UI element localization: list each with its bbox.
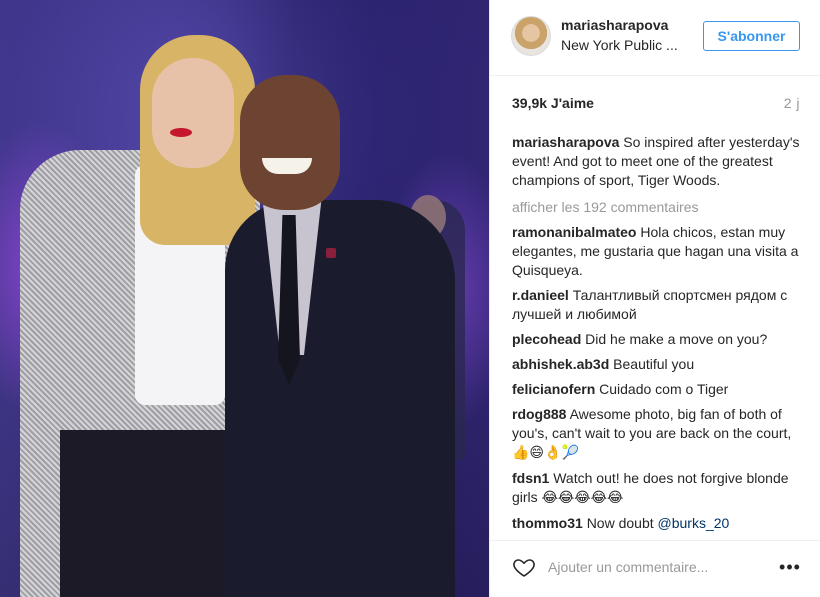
- likes-row: 39,9k J'aime 2 j: [490, 76, 820, 120]
- photo-woman-lips: [170, 128, 192, 137]
- avatar[interactable]: [511, 16, 551, 56]
- comment-username[interactable]: r.danieel: [512, 287, 569, 303]
- follow-button[interactable]: S'abonner: [703, 21, 800, 51]
- list-item: r.danieel Талантливый спортсмен рядом с …: [512, 286, 802, 324]
- comment-text: Did he make a move on you?: [585, 331, 768, 347]
- comment-input[interactable]: [548, 556, 758, 578]
- photo-man-suit: [225, 200, 455, 597]
- list-item: plecohead Did he make a move on you?: [512, 330, 802, 349]
- header-location[interactable]: New York Public ...: [561, 37, 678, 53]
- header-username[interactable]: mariasharapova: [561, 17, 668, 33]
- comment-username[interactable]: plecohead: [512, 331, 581, 347]
- comment-username[interactable]: rdog888: [512, 406, 566, 422]
- comment-username[interactable]: felicianofern: [512, 381, 595, 397]
- list-item: rdog888 Awesome photo, big fan of both o…: [512, 405, 802, 463]
- comment-emoji: 👍😄👌🎾: [512, 445, 579, 461]
- comment-username[interactable]: ramonanibalmateo: [512, 224, 636, 240]
- heart-icon[interactable]: [512, 555, 536, 579]
- post-side-panel: mariasharapova New York Public ... S'abo…: [489, 0, 820, 597]
- more-options-icon[interactable]: •••: [775, 556, 805, 578]
- list-item: thommo31 Now doubt @burks_20: [512, 514, 802, 533]
- post-header: mariasharapova New York Public ... S'abo…: [490, 0, 820, 76]
- photo-woman-face: [152, 58, 234, 168]
- comment-footer: •••: [490, 540, 820, 597]
- list-item: abhishek.ab3d Beautiful you: [512, 355, 802, 374]
- comment-username[interactable]: abhishek.ab3d: [512, 356, 609, 372]
- photo-man-lapel-pin: [326, 248, 336, 258]
- comment-text: Now doubt: [586, 515, 654, 531]
- comment-emoji: 😂😂😂😂😂: [541, 490, 624, 506]
- comment-text: Cuidado com o Tiger: [599, 381, 729, 397]
- load-more-comments-link[interactable]: afficher les 192 commentaires: [512, 198, 802, 217]
- list-item: fdsn1 Watch out! he does not forgive blo…: [512, 469, 802, 508]
- photo-man-head: [240, 75, 340, 210]
- post-time[interactable]: 2 j: [784, 95, 800, 111]
- caption: mariasharapova So inspired after yesterd…: [512, 133, 802, 190]
- caption-username[interactable]: mariasharapova: [512, 134, 619, 150]
- likes-count[interactable]: 39,9k J'aime: [512, 95, 594, 111]
- photo-woman-pants: [60, 430, 230, 597]
- comment-text: Beautiful you: [613, 356, 695, 372]
- list-item: felicianofern Cuidado com o Tiger: [512, 380, 802, 399]
- comment-mention[interactable]: @burks_20: [658, 515, 730, 531]
- comments-list[interactable]: mariasharapova So inspired after yesterd…: [512, 133, 802, 533]
- comment-username[interactable]: fdsn1: [512, 470, 549, 486]
- list-item: ramonanibalmateo Hola chicos, estan muy …: [512, 223, 802, 280]
- post-photo[interactable]: [0, 0, 489, 597]
- comment-username[interactable]: thommo31: [512, 515, 583, 531]
